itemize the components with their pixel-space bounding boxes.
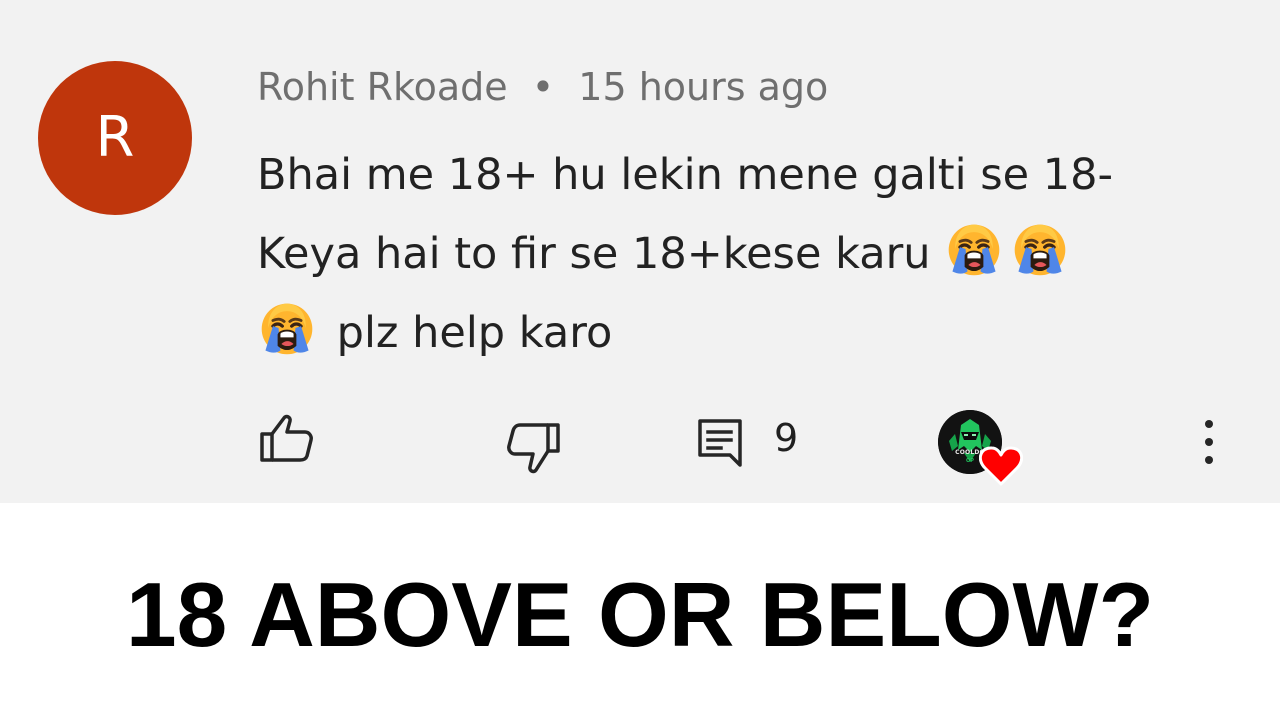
thumbs-down-icon: [506, 420, 562, 476]
comment-timestamp[interactable]: 15 hours ago: [578, 65, 828, 109]
reply-comment-icon: [696, 415, 748, 471]
dislike-button[interactable]: [506, 420, 562, 476]
screenshot-page: R Rohit Rkoade • 15 hours ago Bhai me 18…: [0, 0, 1280, 720]
thumbs-up-icon: [258, 413, 314, 463]
comment-text: Bhai me 18+ hu lekin mene galti se 18- K…: [257, 136, 1187, 373]
vertical-ellipsis-icon: [1203, 418, 1215, 471]
thumbnail-caption: 18 ABOVE OR BELOW?: [125, 565, 1155, 666]
comment-line-2: Keya hai to fir se 18+kese karu: [257, 229, 931, 279]
comment-metadata: Rohit Rkoade • 15 hours ago: [257, 64, 828, 110]
crying-face-emoji: [944, 219, 1004, 279]
author-name[interactable]: Rohit Rkoade: [257, 65, 508, 109]
reply-count[interactable]: 9: [774, 414, 798, 462]
comment-line-3-container: plz help karo: [257, 294, 1187, 373]
crying-face-emoji: [257, 298, 317, 358]
comment-line-3: plz help karo: [336, 308, 613, 358]
more-options-button[interactable]: [1192, 418, 1226, 471]
reply-button[interactable]: [696, 415, 748, 471]
author-avatar[interactable]: R: [38, 61, 192, 215]
metadata-separator: •: [531, 65, 555, 109]
author-avatar-initial: R: [95, 105, 135, 170]
heart-icon: [979, 445, 1023, 487]
heart-badge: [979, 445, 1023, 487]
comment-card: R Rohit Rkoade • 15 hours ago Bhai me 18…: [0, 0, 1280, 503]
comment-line-2-container: Keya hai to fir se 18+kese karu: [257, 215, 1187, 294]
crying-face-emoji: [1010, 219, 1070, 279]
comment-line-1: Bhai me 18+ hu lekin mene galti se 18-: [257, 150, 1114, 200]
like-button[interactable]: [258, 413, 314, 463]
